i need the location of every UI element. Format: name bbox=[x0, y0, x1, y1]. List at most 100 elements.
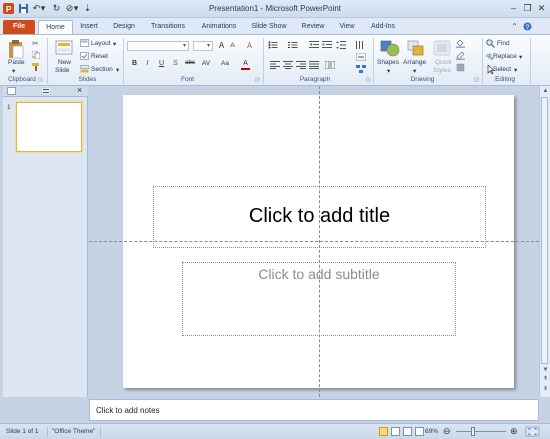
font-name-combo[interactable]: ▾ bbox=[127, 41, 189, 51]
tab-review[interactable]: Review bbox=[298, 20, 328, 34]
justify-icon[interactable] bbox=[309, 61, 319, 69]
format-painter-icon[interactable] bbox=[32, 63, 40, 71]
arrange-button[interactable]: Arrange bbox=[403, 59, 426, 66]
outline-tab-icon[interactable] bbox=[40, 86, 52, 96]
convert-to-smartart-icon[interactable] bbox=[356, 65, 366, 73]
copy-icon[interactable] bbox=[31, 50, 41, 60]
arrange-icon[interactable] bbox=[406, 39, 426, 57]
shapes-dropdown-icon[interactable]: ▾ bbox=[387, 67, 390, 75]
reading-view-icon[interactable] bbox=[403, 427, 412, 436]
slide-sorter-view-icon[interactable] bbox=[391, 427, 400, 436]
scroll-down-icon[interactable]: ▼ bbox=[541, 366, 550, 375]
quick-styles-label-1[interactable]: Quick bbox=[435, 59, 452, 66]
fit-slide-icon[interactable] bbox=[525, 426, 541, 437]
horizontal-guide[interactable] bbox=[89, 241, 539, 242]
drawing-launcher-icon[interactable]: ◲ bbox=[474, 77, 479, 83]
line-spacing-icon[interactable] bbox=[336, 41, 346, 49]
section-button[interactable]: Section bbox=[91, 66, 113, 73]
restore-icon[interactable]: ❐ bbox=[521, 2, 534, 14]
increase-indent-icon[interactable] bbox=[322, 41, 332, 49]
quick-styles-label-2[interactable]: Styles bbox=[433, 67, 451, 74]
strikethrough-button[interactable]: abc bbox=[184, 60, 196, 66]
select-dropdown-icon[interactable]: ▾ bbox=[514, 66, 517, 74]
clear-formatting-icon[interactable]: Ａ bbox=[245, 41, 254, 51]
slides-tab-icon[interactable] bbox=[7, 87, 16, 95]
cut-icon[interactable]: ✂ bbox=[32, 39, 40, 48]
bullets-icon[interactable] bbox=[268, 41, 278, 49]
replace-dropdown-icon[interactable]: ▾ bbox=[519, 53, 522, 61]
clipboard-launcher-icon[interactable]: ◲ bbox=[38, 77, 43, 83]
section-icon[interactable] bbox=[80, 65, 89, 73]
font-size-combo[interactable]: ▾ bbox=[193, 41, 213, 51]
scrollbar-thumb[interactable] bbox=[541, 97, 548, 364]
italic-button[interactable]: I bbox=[143, 60, 152, 67]
layout-icon[interactable] bbox=[80, 39, 89, 47]
tab-home[interactable]: Home bbox=[38, 20, 73, 34]
theme-name[interactable]: "Office Theme" bbox=[52, 428, 95, 435]
layout-dropdown-icon[interactable]: ▾ bbox=[113, 40, 116, 48]
select-button[interactable]: Select bbox=[493, 66, 511, 73]
section-dropdown-icon[interactable]: ▾ bbox=[116, 66, 119, 74]
zoom-slider-track[interactable] bbox=[456, 431, 506, 432]
align-text-icon[interactable] bbox=[355, 52, 367, 62]
normal-view-icon[interactable] bbox=[379, 427, 388, 436]
close-panel-icon[interactable]: × bbox=[77, 85, 82, 95]
zoom-in-icon[interactable]: ⊕ bbox=[510, 426, 518, 437]
font-launcher-icon[interactable]: ◲ bbox=[255, 77, 260, 83]
tab-design[interactable]: Design bbox=[107, 20, 141, 34]
tab-slide-show[interactable]: Slide Show bbox=[247, 20, 291, 34]
new-slide-icon[interactable] bbox=[55, 39, 73, 57]
shrink-font-icon[interactable]: A bbox=[228, 42, 237, 49]
tab-file[interactable]: File bbox=[3, 20, 35, 34]
new-slide-label-1[interactable]: New bbox=[58, 59, 71, 66]
tab-insert[interactable]: Insert bbox=[75, 20, 103, 34]
find-icon[interactable] bbox=[486, 39, 495, 48]
underline-button[interactable]: U bbox=[157, 60, 166, 67]
previous-slide-icon[interactable]: ⇞ bbox=[541, 375, 550, 384]
shape-fill-icon[interactable] bbox=[456, 39, 466, 48]
paste-icon[interactable] bbox=[7, 39, 25, 59]
reset-icon[interactable] bbox=[80, 52, 89, 60]
font-color-button[interactable]: A bbox=[241, 60, 250, 70]
new-slide-label-2[interactable]: Slide bbox=[55, 67, 69, 74]
tab-add-ins[interactable]: Add-Ins bbox=[366, 20, 400, 34]
slide-show-view-icon[interactable] bbox=[415, 427, 424, 436]
numbering-icon[interactable] bbox=[288, 41, 298, 49]
shadow-button[interactable]: S bbox=[171, 60, 180, 67]
zoom-level[interactable]: 69% bbox=[425, 428, 438, 435]
bold-button[interactable]: B bbox=[130, 60, 139, 67]
close-icon[interactable]: ✕ bbox=[535, 2, 548, 14]
tab-transitions[interactable]: Transitions bbox=[145, 20, 191, 34]
shape-outline-icon[interactable] bbox=[456, 51, 466, 60]
columns-icon[interactable] bbox=[324, 60, 336, 70]
align-center-icon[interactable] bbox=[283, 61, 293, 69]
next-slide-icon[interactable]: ⇟ bbox=[541, 385, 550, 394]
notes-pane[interactable]: Click to add notes bbox=[89, 399, 539, 421]
find-button[interactable]: Find bbox=[497, 40, 510, 47]
minimize-icon[interactable]: – bbox=[507, 2, 520, 14]
tab-view[interactable]: View bbox=[335, 20, 359, 34]
paragraph-launcher-icon[interactable]: ◲ bbox=[366, 77, 371, 83]
zoom-out-icon[interactable]: ⊖ bbox=[443, 426, 451, 437]
shapes-button[interactable]: Shapes bbox=[377, 59, 399, 66]
quick-styles-icon[interactable] bbox=[433, 39, 453, 57]
character-spacing-button[interactable]: AV bbox=[200, 60, 212, 67]
shapes-icon[interactable] bbox=[380, 39, 400, 57]
align-left-icon[interactable] bbox=[270, 61, 280, 69]
paste-dropdown-icon[interactable]: ▾ bbox=[12, 67, 15, 75]
paste-button[interactable]: Paste bbox=[8, 59, 25, 66]
tab-animations[interactable]: Animations bbox=[196, 20, 242, 34]
align-right-icon[interactable] bbox=[296, 61, 306, 69]
help-icon[interactable]: ? bbox=[523, 22, 532, 32]
arrange-dropdown-icon[interactable]: ▾ bbox=[413, 67, 416, 75]
reset-button[interactable]: Reset bbox=[91, 53, 108, 60]
shape-effects-icon[interactable] bbox=[456, 63, 466, 72]
zoom-slider-handle[interactable] bbox=[471, 427, 475, 436]
scroll-up-icon[interactable]: ▲ bbox=[541, 87, 550, 96]
decrease-indent-icon[interactable] bbox=[309, 41, 319, 49]
slide-thumbnail[interactable] bbox=[16, 102, 82, 152]
minimize-ribbon-icon[interactable]: ⌃ bbox=[510, 22, 519, 31]
layout-button[interactable]: Layout bbox=[91, 40, 111, 47]
grow-font-icon[interactable]: A bbox=[217, 41, 226, 50]
text-direction-icon[interactable] bbox=[356, 41, 366, 49]
